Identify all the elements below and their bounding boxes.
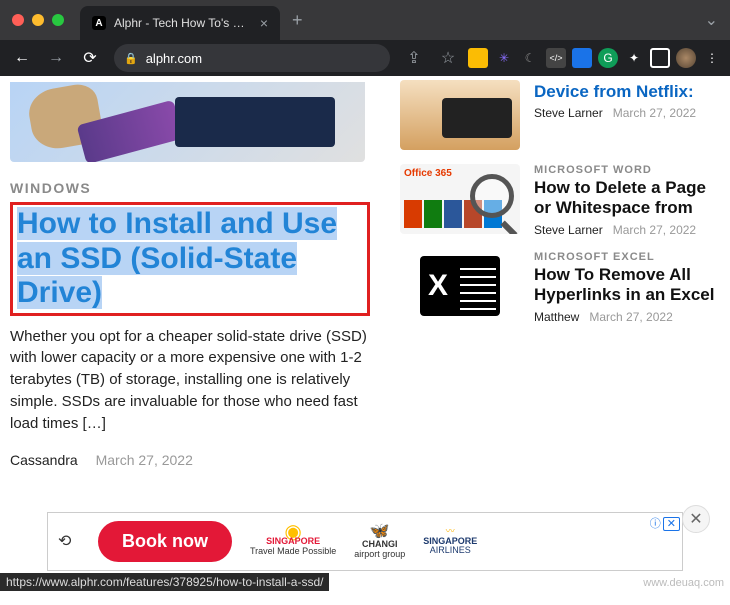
sidebar-thumb: X [400,251,520,321]
extension-icon[interactable] [572,48,592,68]
sidebar-column: Device from Netflix: Steve LarnerMarch 2… [400,76,720,556]
ad-logo-sq: 〰 SINGAPORE AIRLINES [423,527,477,557]
extensions-menu-icon[interactable]: ✦ [624,48,644,68]
extension-icons: ✳ ☾ </> G ✦ ⋮ [468,48,722,68]
lock-icon: 🔒 [124,52,138,65]
tab-title: Alphr - Tech How To's & Guide [114,16,252,30]
magnifying-glass-icon [470,174,514,218]
article-hero-image[interactable] [10,82,365,162]
forward-button[interactable]: → [42,44,70,72]
article-headline[interactable]: How to Install and Use an SSD (Solid-Sta… [17,207,363,311]
sidebar-article[interactable]: X MICROSOFT EXCEL How To Remove All Hype… [400,251,720,324]
sidebar-thumb: Office 365 [400,164,520,234]
sidebar-title[interactable]: How to Delete a Page or Whitespace from [534,178,720,219]
article-byline: Cassandra March 27, 2022 [10,452,370,468]
reload-button[interactable]: ⟳ [76,44,104,72]
sidebar-meta: Steve LarnerMarch 27, 2022 [534,106,720,120]
tab-close-icon[interactable]: × [260,15,268,31]
kebab-menu-icon[interactable]: ⋮ [702,48,722,68]
main-column: WINDOWS How to Install and Use an SSD (S… [10,76,370,556]
address-bar[interactable]: 🔒 alphr.com [114,44,390,72]
watermark: www.deuaq.com [643,577,724,589]
sidebar-article[interactable]: Device from Netflix: Steve LarnerMarch 2… [400,80,720,150]
article-excerpt: Whether you opt for a cheaper solid-stat… [10,326,370,435]
thumb-label: Office 365 [404,168,452,179]
sidebar-title[interactable]: Device from Netflix: [534,82,720,102]
maximize-window-button[interactable] [52,14,64,26]
ad-logo-changi: 🦋 CHANGI airport group [354,523,405,560]
sidebar-meta: Steve LarnerMarch 27, 2022 [534,223,720,237]
ad-refresh-icon[interactable]: ⟲ [58,531,80,553]
browser-tab[interactable]: A Alphr - Tech How To's & Guide × [80,6,280,40]
sidebar-meta: MatthewMarch 27, 2022 [534,310,720,324]
ad-logo-singapore: ◉ SINGAPORE Travel Made Possible [250,527,336,557]
sidebar-category[interactable]: MICROSOFT EXCEL [534,251,720,263]
extension-icon[interactable] [650,48,670,68]
minimize-window-button[interactable] [32,14,44,26]
tabs-overflow-icon[interactable]: ⌄ [705,10,718,30]
traffic-lights [12,14,64,26]
share-icon[interactable]: ⇪ [400,44,428,72]
ad-cta-button[interactable]: Book now [98,521,232,562]
sidebar-article[interactable]: Office 365 MICROSOFT WORD How to Delete … [400,164,720,237]
adchoices-badge[interactable]: ⓘ✕ [650,515,680,531]
publish-date: March 27, 2022 [96,452,193,468]
new-tab-button[interactable]: + [292,10,303,31]
extension-icon[interactable]: G [598,48,618,68]
excel-icon: X [420,256,500,316]
sidebar-category[interactable]: MICROSOFT WORD [534,164,720,176]
window-titlebar: A Alphr - Tech How To's & Guide × + ⌄ [0,0,730,40]
close-window-button[interactable] [12,14,24,26]
status-bar: https://www.alphr.com/features/378925/ho… [0,573,329,591]
profile-avatar[interactable] [676,48,696,68]
sidebar-thumb [400,80,520,150]
author-name[interactable]: Cassandra [10,452,78,468]
extension-icon[interactable]: ☾ [520,48,540,68]
browser-toolbar: ← → ⟳ 🔒 alphr.com ⇪ ☆ ✳ ☾ </> G ✦ ⋮ [0,40,730,76]
ad-close-button[interactable]: ✕ [682,505,710,533]
url-text: alphr.com [146,51,202,66]
sidebar-title[interactable]: How To Remove All Hyperlinks in an Excel [534,265,720,306]
headline-highlight-box: How to Install and Use an SSD (Solid-Sta… [10,202,370,316]
bookmark-icon[interactable]: ☆ [434,44,462,72]
back-button[interactable]: ← [8,44,36,72]
extension-icon[interactable] [468,48,488,68]
tab-favicon: A [92,16,106,30]
ad-banner[interactable]: ⟲ Book now ◉ SINGAPORE Travel Made Possi… [47,512,683,571]
page-content: WINDOWS How to Install and Use an SSD (S… [0,76,730,556]
article-category[interactable]: WINDOWS [10,180,370,196]
extension-icon[interactable]: ✳ [494,48,514,68]
extension-icon[interactable]: </> [546,48,566,68]
